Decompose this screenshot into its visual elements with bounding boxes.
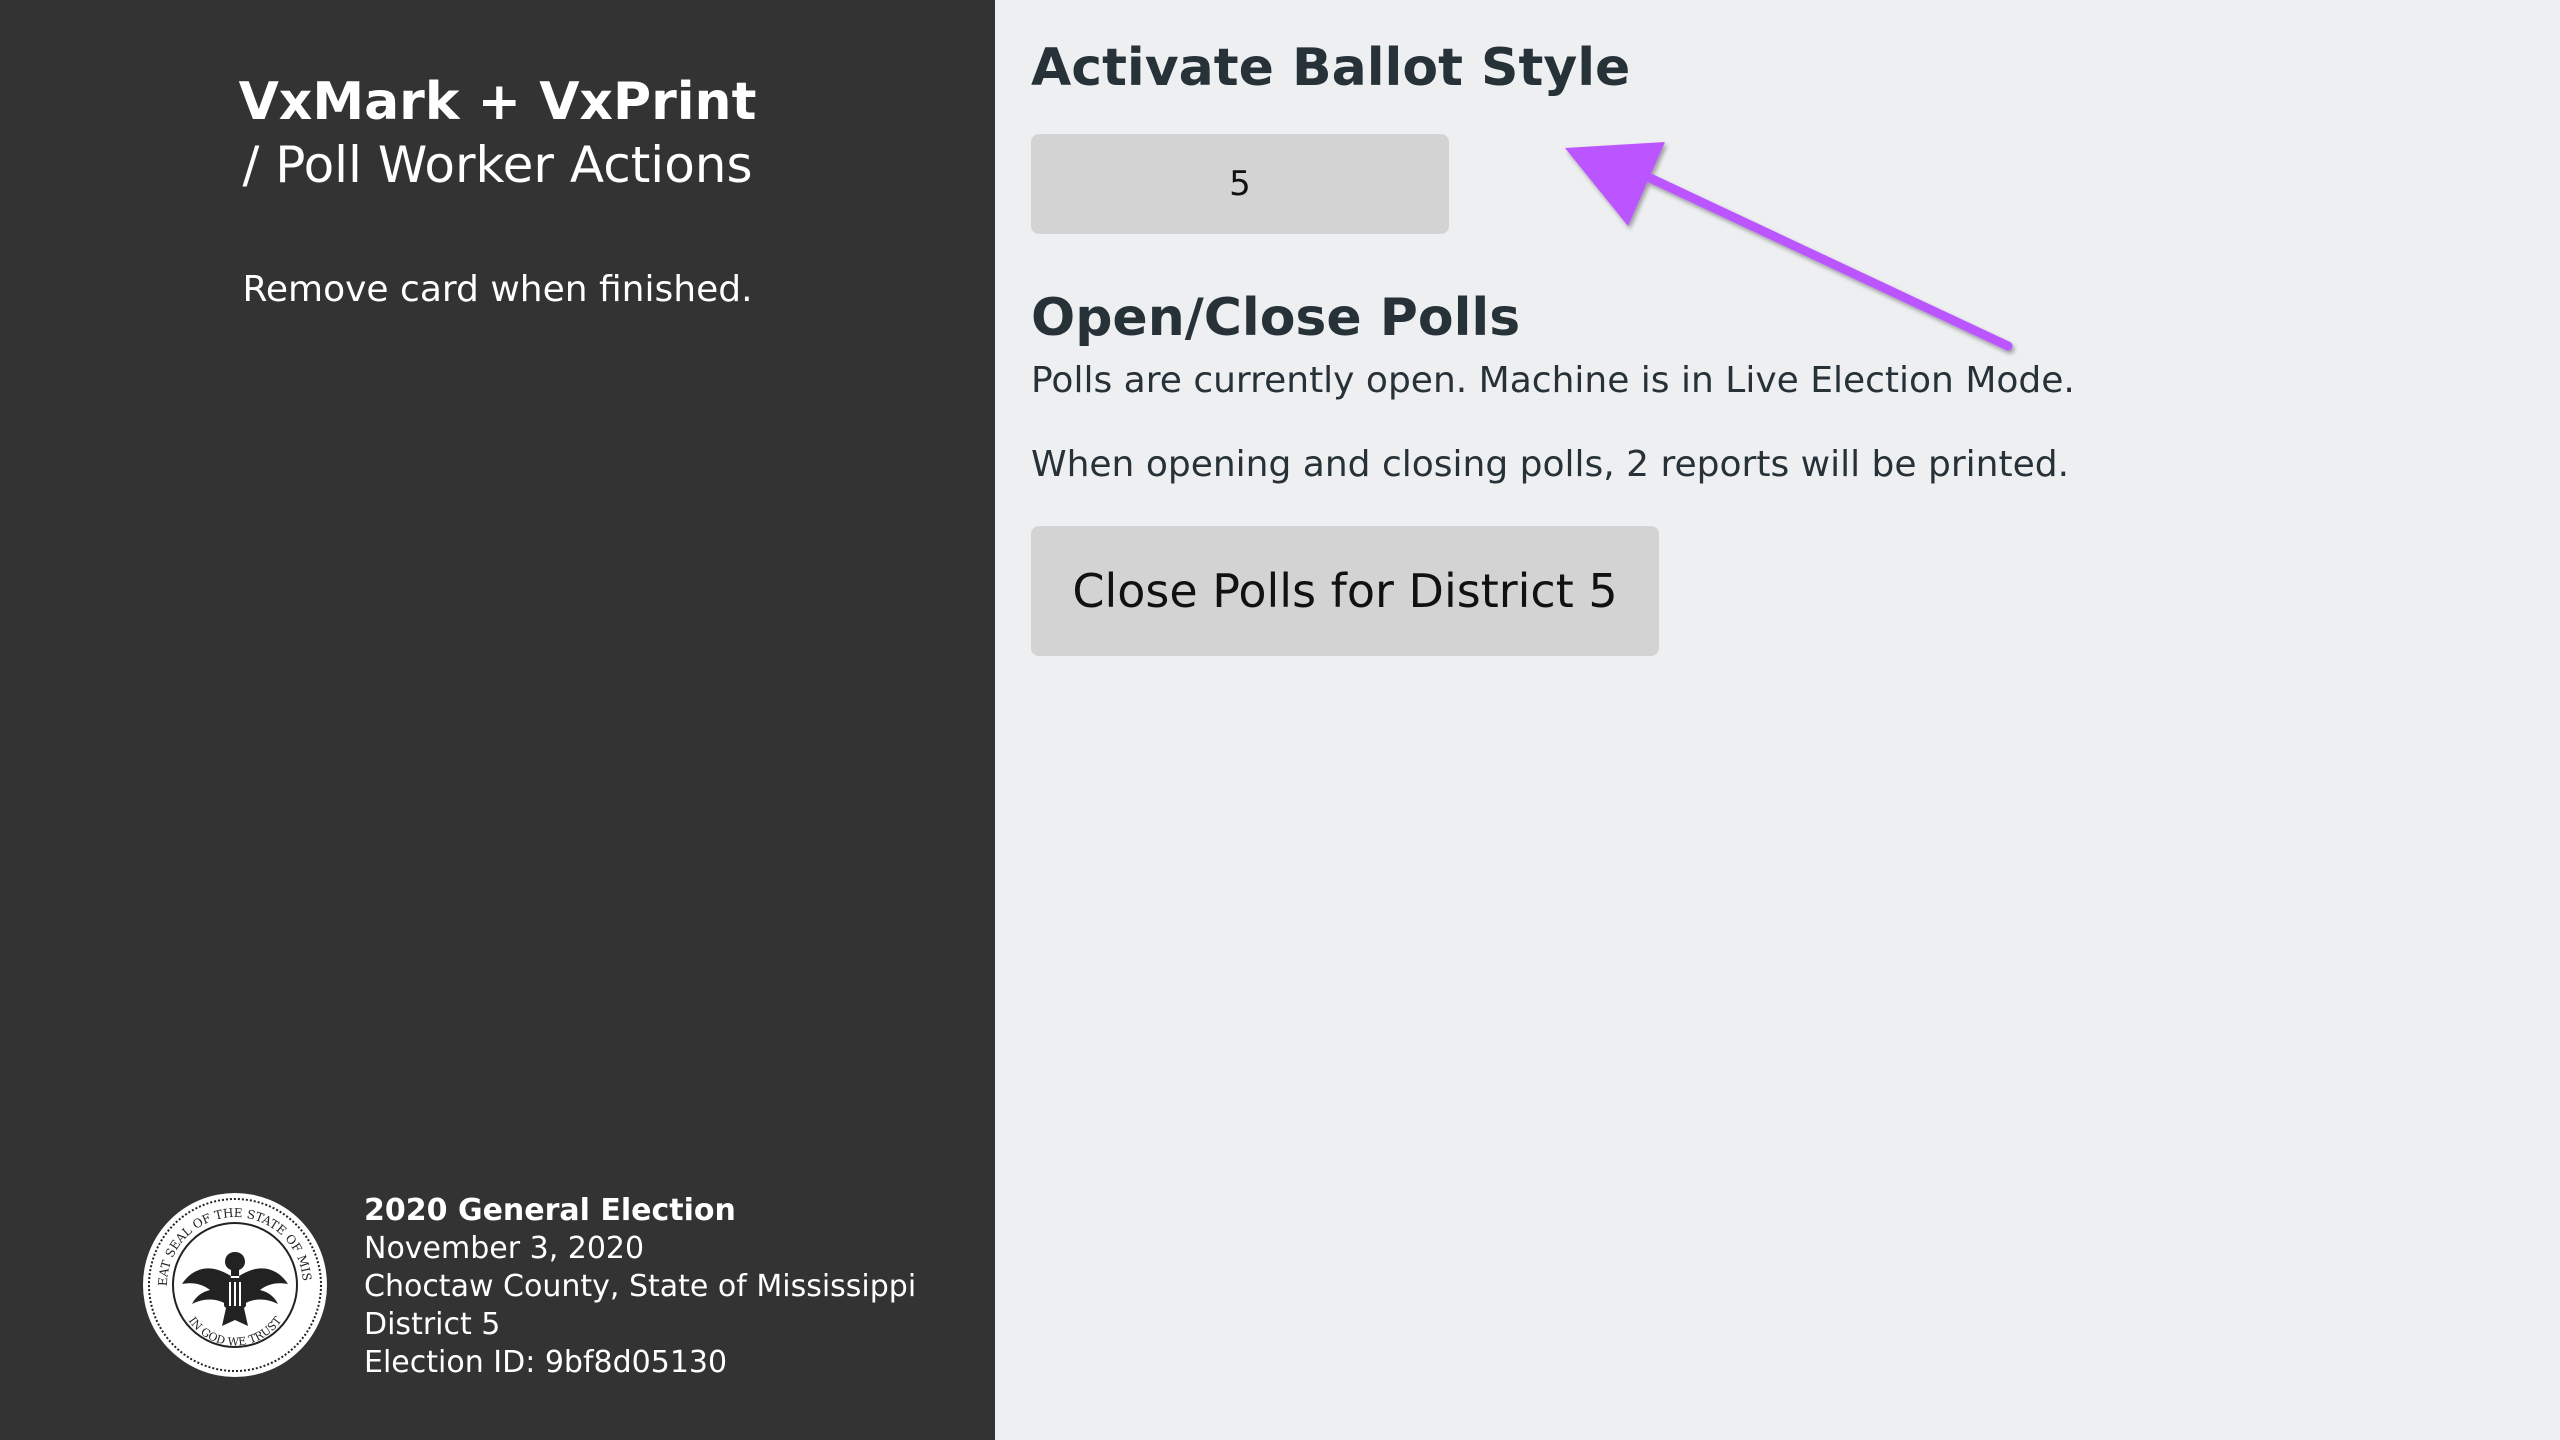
arrow-icon xyxy=(1565,142,2013,351)
ballot-style-5-button[interactable]: 5 xyxy=(1031,134,1449,234)
activate-ballot-style-heading: Activate Ballot Style xyxy=(1031,38,1631,98)
election-id: Election ID: 9bf8d05130 xyxy=(364,1345,728,1380)
election-district: District 5 xyxy=(364,1307,501,1342)
state-seal-icon: THE GREAT SEAL OF THE STATE OF MISSISSIP… xyxy=(142,1192,327,1377)
app-title: VxMark + VxPrint / Poll Worker Actions xyxy=(0,70,995,196)
election-title: 2020 General Election xyxy=(364,1193,736,1228)
election-jurisdiction: Choctaw County, State of Mississippi xyxy=(364,1269,917,1304)
election-date: November 3, 2020 xyxy=(364,1231,645,1266)
app-name: VxMark + VxPrint xyxy=(238,72,757,132)
reports-note-text: When opening and closing polls, 2 report… xyxy=(1031,444,2070,485)
election-details: 2020 General Election November 3, 2020 C… xyxy=(364,1192,964,1382)
close-polls-button[interactable]: Close Polls for District 5 xyxy=(1031,526,1659,656)
sidebar: VxMark + VxPrint / Poll Worker Actions R… xyxy=(0,0,995,1440)
remove-card-instruction: Remove card when finished. xyxy=(242,269,753,310)
election-info: THE GREAT SEAL OF THE STATE OF MISSISSIP… xyxy=(142,1192,962,1382)
app-subtitle: / Poll Worker Actions xyxy=(242,136,753,194)
poll-worker-screen: VxMark + VxPrint / Poll Worker Actions R… xyxy=(0,0,2560,1440)
open-close-polls-heading: Open/Close Polls xyxy=(1031,288,1521,348)
